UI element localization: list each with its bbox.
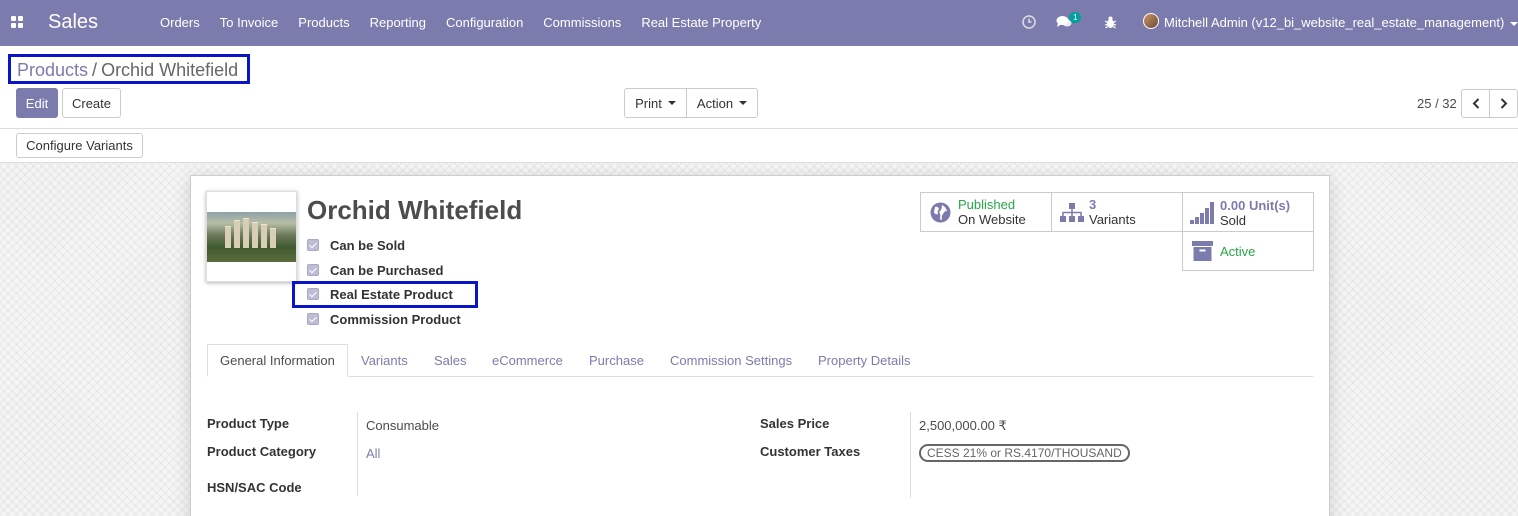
checkbox-can-be-sold[interactable]: Can be Sold [307,236,405,254]
checkbox-label: Commission Product [330,311,461,327]
active-status: Active [1220,244,1256,259]
product-type-value: Consumable [366,418,439,433]
tab-property-details[interactable]: Property Details [818,344,910,377]
bug-icon[interactable] [1104,15,1117,29]
variants-smart-button[interactable]: 3 Variants [1051,192,1183,232]
menu-to-invoice[interactable]: To Invoice [220,15,279,30]
breadcrumb: Products / Orchid Whitefield [8,54,250,84]
highlight-box [292,281,478,308]
top-navbar: Sales Orders To Invoice Products Reporti… [0,0,1518,46]
chevron-down-icon [1510,21,1518,26]
menu-real-estate-property[interactable]: Real Estate Property [641,15,761,30]
sold-smart-button[interactable]: 0.00 Unit(s) Sold [1182,192,1314,232]
published-status: Published [958,197,1016,212]
pager-value: 25 / 32 [1417,96,1457,111]
action-label: Action [696,95,734,111]
checkbox-commission-product[interactable]: Commission Product [307,310,461,328]
field-separator [910,412,911,498]
chevron-down-icon [667,101,676,105]
app-name[interactable]: Sales [48,11,98,34]
published-label: On Website [958,212,1026,227]
control-panel-divider [0,128,1518,129]
user-name: Mitchell Admin (v12_bi_website_real_esta… [1164,15,1505,30]
product-type-label: Product Type [207,416,290,431]
pager-previous-button[interactable] [1461,89,1490,118]
user-avatar[interactable] [1143,13,1159,29]
apps-menu-icon[interactable] [11,16,23,28]
menu-commissions[interactable]: Commissions [543,15,621,30]
tab-purchase[interactable]: Purchase [589,344,644,377]
sold-value: 0.00 [1220,198,1246,213]
customer-tax-tag[interactable]: CESS 21% or RS.4170/THOUSAND [919,444,1130,462]
main-menu: Orders To Invoice Products Reporting Con… [150,15,771,30]
sold-label: Sold [1220,213,1247,228]
configure-variants-button[interactable]: Configure Variants [16,133,143,158]
pager-next-button[interactable] [1489,89,1518,118]
user-menu[interactable]: Mitchell Admin (v12_bi_website_real_esta… [1164,15,1518,30]
variants-label: Variants [1089,212,1136,227]
product-category-link[interactable]: All [366,446,380,461]
menu-products[interactable]: Products [298,15,349,30]
variants-count: 3 [1089,197,1097,212]
breadcrumb-separator: / [92,60,98,80]
messages-count-badge: 1 [1069,12,1082,23]
breadcrumb-current: Orchid Whitefield [101,60,239,80]
sitemap-icon [1060,203,1084,222]
globe-icon [930,202,951,223]
checkbox-icon[interactable] [307,264,319,276]
product-image[interactable] [206,191,297,282]
checkbox-label: Can be Purchased [330,262,444,278]
archive-icon [1192,241,1213,261]
product-photo [207,212,296,262]
edit-button[interactable]: Edit [16,88,58,118]
menu-configuration[interactable]: Configuration [446,15,523,30]
product-name[interactable]: Orchid Whitefield [307,195,522,226]
hsn-sac-code-label: HSN/SAC Code [207,480,302,495]
chevron-left-icon [1472,98,1479,109]
sales-price-label: Sales Price [760,416,830,431]
field-separator [357,412,358,496]
customer-taxes-label: Customer Taxes [760,444,861,459]
print-label: Print [635,95,662,111]
create-button[interactable]: Create [62,88,121,118]
breadcrumb-products-link[interactable]: Products [17,60,88,80]
menu-orders[interactable]: Orders [160,15,200,30]
tab-general-information[interactable]: General Information [207,344,348,377]
clock-icon[interactable] [1022,15,1036,29]
checkbox-icon[interactable] [307,313,319,325]
product-category-label: Product Category [207,444,317,459]
action-dropdown[interactable]: Action [686,88,758,118]
active-toggle-button[interactable]: Active [1182,231,1314,271]
chevron-down-icon [739,101,748,105]
tab-commission-settings[interactable]: Commission Settings [670,344,792,377]
tab-variants[interactable]: Variants [361,344,408,377]
sold-unit: Unit(s) [1248,198,1291,213]
sold-quantity: 0.00 Unit(s) [1220,198,1290,213]
tab-ecommerce[interactable]: eCommerce [492,344,563,377]
checkbox-icon[interactable] [307,239,319,251]
published-smart-button[interactable]: Published On Website [920,192,1052,232]
checkbox-can-be-purchased[interactable]: Can be Purchased [307,261,443,279]
tab-sales[interactable]: Sales [434,344,467,377]
print-dropdown[interactable]: Print [624,88,687,118]
signal-icon [1190,202,1214,224]
checkbox-label: Can be Sold [330,237,406,253]
menu-reporting[interactable]: Reporting [370,15,426,30]
chevron-right-icon [1500,98,1507,109]
sales-price-value: 2,500,000.00 ₹ [919,418,1007,433]
